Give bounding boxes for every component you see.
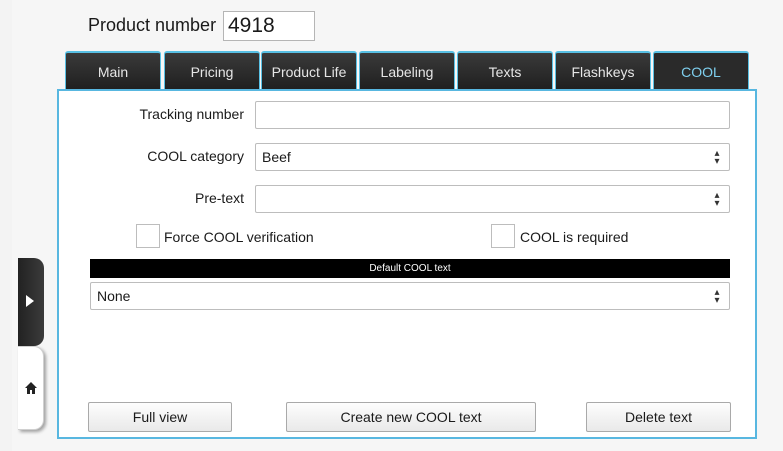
tab-cool[interactable]: COOL	[653, 51, 749, 90]
default-cool-text-header: Default COOL text	[90, 259, 730, 278]
delete-text-button[interactable]: Delete text	[586, 402, 731, 432]
force-verification-label: Force COOL verification	[164, 229, 314, 245]
side-home-handle[interactable]	[18, 346, 44, 430]
product-number-label: Product number	[88, 15, 217, 35]
tab-labeling[interactable]: Labeling	[359, 51, 455, 90]
tab-product-life[interactable]: Product Life	[261, 51, 357, 90]
product-number-field[interactable]: 4918	[223, 11, 315, 41]
side-expand-handle[interactable]	[18, 258, 44, 346]
default-cool-text-select[interactable]: None ▴ ▾	[90, 282, 730, 310]
full-view-button[interactable]: Full view	[88, 402, 232, 432]
tab-pricing[interactable]: Pricing	[164, 51, 260, 90]
cool-category-select[interactable]: Beef ▴ ▾	[255, 143, 730, 171]
cool-category-label: COOL category	[147, 148, 244, 164]
cool-panel: Tracking number COOL category Beef ▴ ▾ Pr…	[57, 89, 757, 439]
cool-category-value: Beef	[262, 149, 291, 165]
updown-arrow-icon: ▴ ▾	[714, 148, 720, 167]
cool-required-checkbox[interactable]	[491, 224, 515, 248]
app-window: Product number 4918 Main Pricing Product…	[12, 0, 783, 451]
tracking-number-label: Tracking number	[139, 106, 244, 122]
cool-required-label: COOL is required	[520, 229, 629, 245]
updown-arrow-icon: ▴ ▾	[714, 287, 720, 306]
chevron-right-icon	[26, 295, 34, 307]
tab-main[interactable]: Main	[65, 51, 161, 90]
pretext-label: Pre-text	[194, 190, 244, 206]
create-cool-text-button[interactable]: Create new COOL text	[286, 402, 536, 432]
default-cool-text-value: None	[97, 288, 131, 304]
force-verification-checkbox[interactable]	[136, 224, 160, 248]
updown-arrow-icon: ▴ ▾	[714, 190, 720, 209]
tracking-number-input[interactable]	[255, 101, 730, 129]
tab-texts[interactable]: Texts	[457, 51, 553, 90]
tab-flashkeys[interactable]: Flashkeys	[555, 51, 651, 90]
pretext-select[interactable]: ▴ ▾	[255, 185, 730, 213]
home-icon	[25, 382, 37, 394]
